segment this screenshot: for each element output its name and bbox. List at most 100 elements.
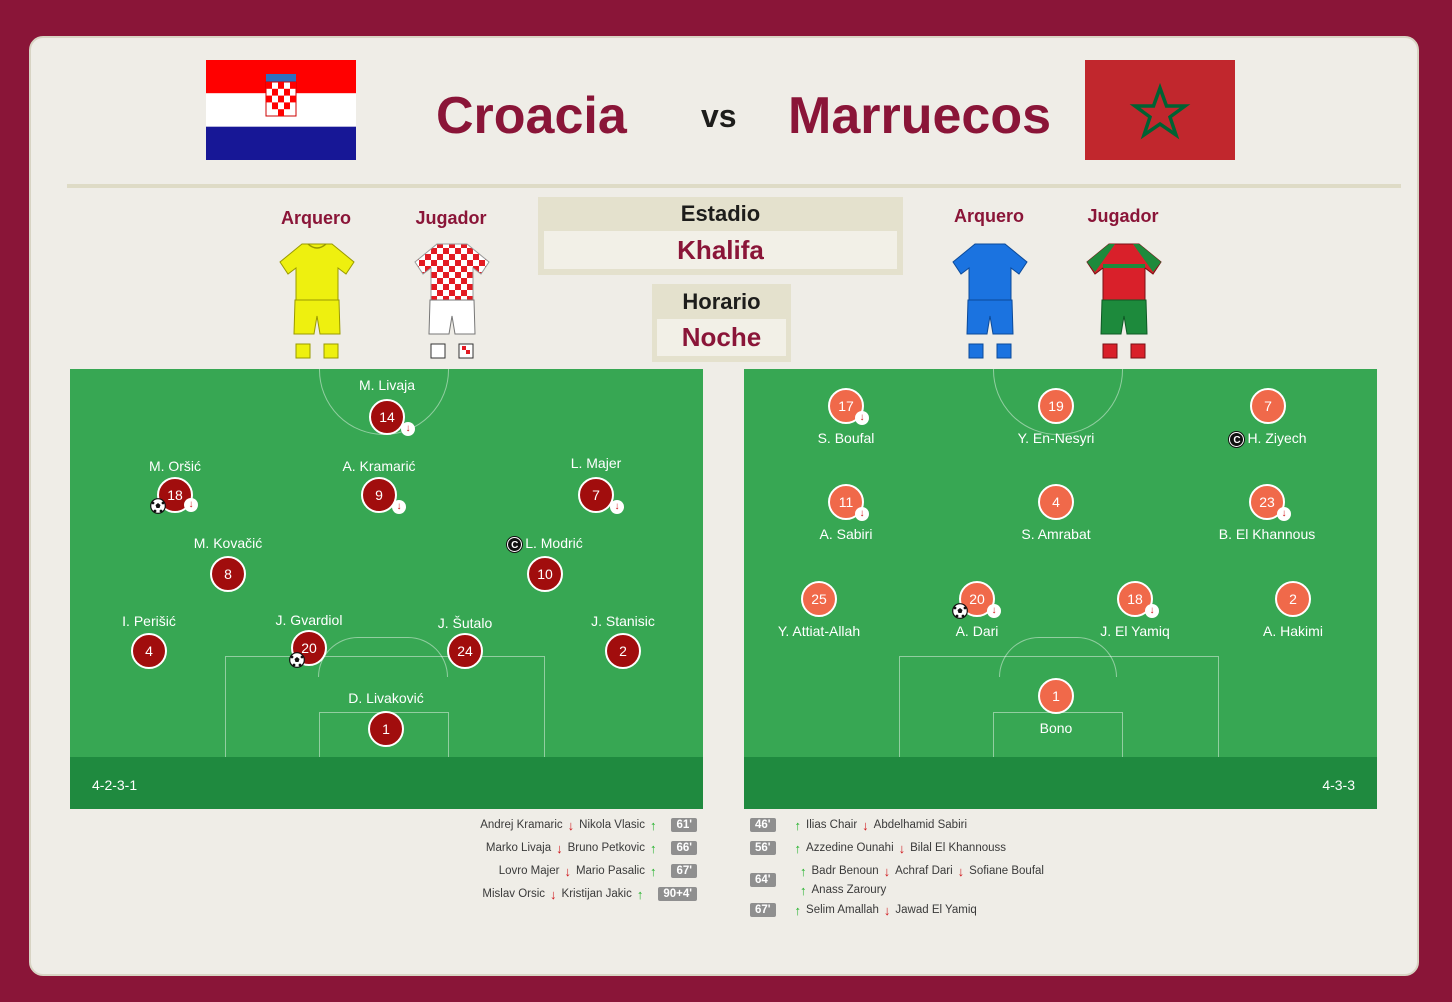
goal-ball-icon <box>952 603 968 619</box>
player-card[interactable]: 17 S. Boufal ↓ <box>781 388 911 468</box>
player-number: 2 <box>1275 581 1311 617</box>
sub-minute: 46' <box>750 818 776 832</box>
sub-out-arrow-icon: ↓ <box>392 500 406 514</box>
away-team-name: Marruecos <box>788 87 1051 145</box>
player-card[interactable]: M. Oršić 18 ↓ <box>110 458 240 538</box>
sub-in-arrow-icon: ↑ <box>794 902 802 918</box>
away-player-kit-label: Jugador <box>1087 206 1159 226</box>
sub-out-name: Sofiane Boufal <box>969 865 1044 877</box>
player-name: J. El Yamiq <box>1100 623 1170 639</box>
sub-in-arrow-icon: ↑ <box>649 817 657 833</box>
sub-row: Lovro Majer ↓ Mario Pasalic ↑ 67' <box>499 862 697 880</box>
sub-in-arrow-icon: ↑ <box>800 863 807 879</box>
sub-in-name: Mario Pasalic <box>575 865 645 877</box>
sub-out-name: Andrej Kramaric <box>480 819 563 831</box>
player-name: M. Kovačić <box>193 535 263 551</box>
sub-out-arrow-icon: ↓ <box>184 498 198 512</box>
sub-minute: 66' <box>671 841 697 855</box>
player-card[interactable]: D. Livaković 1 <box>321 690 451 770</box>
sub-in-arrow-icon: ↑ <box>636 886 644 902</box>
stadium-box: Estadio Khalifa <box>538 197 903 275</box>
sub-in-name: Azzedine Ounahi <box>806 842 894 854</box>
player-card[interactable]: I. Perišić 4 <box>84 613 214 693</box>
player-card[interactable]: J. Stanisic 2 <box>558 613 688 693</box>
sub-out-name: Lovro Majer <box>498 865 560 877</box>
sub-out-arrow-icon: ↓ <box>862 817 869 833</box>
away-player-kit-icon <box>1086 243 1162 359</box>
player-name: I. Perišić <box>122 613 176 629</box>
player-number: 4 <box>1038 484 1074 520</box>
player-number: 1 <box>1038 678 1074 714</box>
sub-in-arrow-icon: ↑ <box>800 882 807 898</box>
player-card[interactable]: 2 A. Hakimi <box>1228 581 1358 661</box>
time-box: Horario Noche <box>652 284 791 362</box>
player-number: 8 <box>210 556 246 592</box>
player-card[interactable]: C L. Modrić 10 <box>480 535 610 615</box>
player-number: 1 <box>368 711 404 747</box>
player-card[interactable]: 7 C H. Ziyech <box>1203 388 1333 468</box>
player-card[interactable]: J. Šutalo 24 <box>400 615 530 695</box>
player-card[interactable]: 19 Y. En-Nesyri <box>991 388 1121 468</box>
sub-row: 67' ↑ Selim Amallah ↓ Jawad El Yamiq <box>750 901 977 919</box>
sub-out-arrow-icon: ↓ <box>883 863 891 879</box>
player-card[interactable]: 23 B. El Khannous ↓ <box>1202 484 1332 564</box>
sub-out-name: Achraf Dari <box>895 865 953 877</box>
sub-row: 64' <box>750 871 790 889</box>
sub-out-arrow-icon: ↓ <box>987 604 1001 618</box>
home-player-kit-label: Jugador <box>415 208 487 228</box>
sub-row: 46' ↑ Ilias Chair ↓ Abdelhamid Sabiri <box>750 816 967 834</box>
captain-icon: C <box>507 536 523 552</box>
player-card[interactable]: M. Kovačić 8 <box>163 535 293 615</box>
player-number: 25 <box>801 581 837 617</box>
sub-out-arrow-icon: ↓ <box>855 507 869 521</box>
player-card[interactable]: 11 A. Sabiri ↓ <box>781 484 911 564</box>
player-card[interactable]: 25 Y. Attiat-Allah <box>754 581 884 661</box>
captain-icon: C <box>1229 431 1245 447</box>
away-substitutions: 46' ↑ Ilias Chair ↓ Abdelhamid Sabiri 56' … <box>750 814 1250 924</box>
sub-in-name: Nikola Vlasic <box>579 819 645 831</box>
away-gk-kit-icon <box>952 243 1028 359</box>
stadium-value: Khalifa <box>544 231 897 269</box>
sub-in-name: Ilias Chair <box>806 819 858 831</box>
vs-label: vs <box>701 98 737 134</box>
player-number: 19 <box>1038 388 1074 424</box>
sub-out-arrow-icon: ↓ <box>1277 507 1291 521</box>
player-name: M. Oršić <box>148 458 202 474</box>
player-card[interactable]: 4 S. Amrabat <box>991 484 1121 564</box>
away-gk-kit-label: Arquero <box>953 206 1024 226</box>
sub-out-arrow-icon: ↓ <box>550 886 557 902</box>
sub-in-arrow-icon: ↑ <box>794 817 802 833</box>
player-name: A. Sabiri <box>819 526 873 542</box>
sub-out-name: Bilal El Khannouss <box>910 842 1007 854</box>
sub-row: Mislav Orsic ↓ Kristijan Jakic ↑ 90+4' <box>482 885 697 903</box>
sub-out-name: Jawad El Yamiq <box>895 904 977 916</box>
home-gk-kit-label: Arquero <box>280 208 351 228</box>
player-name: C H. Ziyech <box>1203 430 1333 447</box>
player-number: 7 <box>578 477 614 513</box>
player-card[interactable]: L. Majer 7 ↓ <box>531 455 661 535</box>
sub-row: 56' ↑ Azzedine Ounahi ↓ Bilal El Khannouss <box>750 839 1006 857</box>
player-name: S. Boufal <box>817 430 875 446</box>
sub-out-arrow-icon: ↓ <box>567 817 575 833</box>
player-card[interactable]: M. Livaja 14 ↓ <box>322 377 452 457</box>
away-pitch: 4-3-3 17 S. Boufal ↓ 19 Y. En-Nesyri 7 C… <box>744 369 1377 809</box>
player-card[interactable]: A. Kramarić 9 ↓ <box>314 458 444 538</box>
time-label: Horario <box>682 289 761 314</box>
player-name: J. Stanisic <box>591 613 655 629</box>
player-card[interactable]: J. Gvardiol 20 <box>244 612 374 692</box>
pitch-footer: 4-3-3 <box>744 757 1377 809</box>
sub-in-arrow-icon: ↑ <box>649 863 657 879</box>
sub-minute: 90+4' <box>658 887 697 901</box>
sub-out-arrow-icon: ↓ <box>556 840 563 856</box>
home-substitutions: Andrej Kramaric ↓ Nikola Vlasic ↑ 61' Mark… <box>331 814 697 914</box>
player-card[interactable]: 18 J. El Yamiq ↓ <box>1070 581 1200 661</box>
sub-row: Marko Livaja ↓ Bruno Petkovic ↑ 66' <box>486 839 697 857</box>
sub-out-arrow-icon: ↓ <box>883 902 891 918</box>
sub-in-name: Bruno Petkovic <box>567 842 645 854</box>
time-value: Noche <box>657 319 786 356</box>
home-team-name: Croacia <box>436 87 627 145</box>
croatia-flag <box>206 60 356 160</box>
player-card[interactable]: 20 A. Dari ↓ <box>912 581 1042 661</box>
player-card[interactable]: 1 Bono <box>991 678 1121 758</box>
sub-row: ↑ Anass Zaroury <box>795 881 886 899</box>
